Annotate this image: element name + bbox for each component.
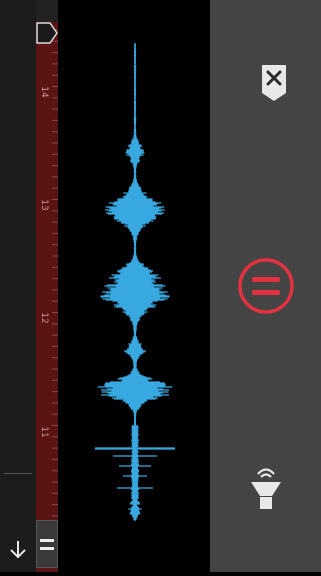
control-panel [210, 0, 321, 572]
waveform-area[interactable] [58, 0, 210, 572]
equal-icon [238, 258, 294, 314]
drag-handle-line [40, 547, 54, 550]
timeline-label: 11 [39, 426, 49, 437]
drag-handle-line [40, 539, 54, 542]
arrow-down-icon [10, 541, 26, 559]
left-strip [0, 0, 36, 572]
timeline-label: 13 [39, 199, 49, 210]
close-button[interactable] [261, 63, 287, 103]
flashlight-icon [251, 468, 281, 509]
timeline-drag-handle[interactable] [36, 520, 58, 568]
playhead-icon [36, 22, 58, 44]
timeline-label: 12 [39, 312, 49, 323]
flashlight-button[interactable] [248, 462, 284, 512]
playhead-marker[interactable] [36, 22, 58, 52]
close-icon [262, 65, 286, 101]
timeline-ruler: 14 13 12 11 [39, 29, 58, 517]
scroll-down-button[interactable] [6, 538, 30, 562]
waveform [95, 43, 175, 521]
divider [4, 473, 32, 474]
timeline-label: 14 [39, 86, 49, 98]
equal-button[interactable] [237, 257, 295, 315]
